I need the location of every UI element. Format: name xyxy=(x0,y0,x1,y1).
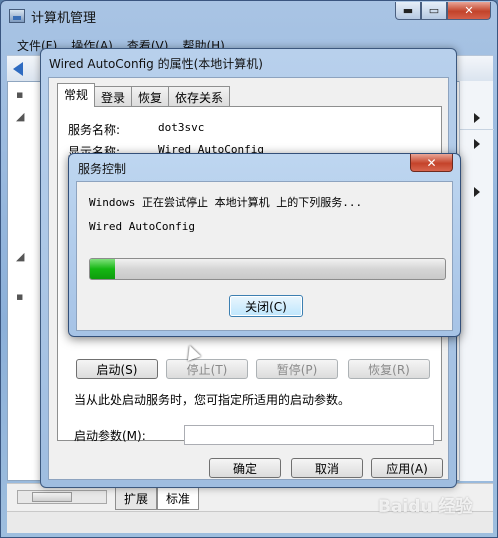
tree-node-icon[interactable]: ▪ xyxy=(16,290,23,303)
maximize-button[interactable]: ▭ xyxy=(421,2,447,20)
service-name-row: 服务名称: dot3svc xyxy=(68,121,204,138)
service-control-body: Windows 正在尝试停止 本地计算机 上的下列服务... Wired Aut… xyxy=(76,181,453,331)
start-params-input[interactable] xyxy=(184,425,434,445)
progress-fill xyxy=(90,259,115,279)
actions-divider xyxy=(460,129,494,130)
tab-standard[interactable]: 标准 xyxy=(157,488,200,510)
action-arrow-icon[interactable] xyxy=(474,139,480,149)
back-arrow-icon[interactable] xyxy=(13,62,23,76)
service-control-dialog: 服务控制 ✕ Windows 正在尝试停止 本地计算机 上的下列服务... Wi… xyxy=(68,153,461,337)
main-title-bar[interactable]: 计算机管理 ▬ ▭ ✕ xyxy=(1,1,497,31)
start-button[interactable]: 启动(S) xyxy=(76,359,158,379)
ok-button[interactable]: 确定 xyxy=(209,458,281,478)
minimize-button[interactable]: ▬ xyxy=(395,2,421,20)
tab-logon[interactable]: 登录 xyxy=(94,86,133,106)
close-button[interactable]: ✕ xyxy=(447,2,491,20)
service-control-close-button[interactable]: 关闭(C) xyxy=(229,295,303,317)
horizontal-scrollbar[interactable] xyxy=(17,490,107,504)
service-name-label: 服务名称: xyxy=(68,123,121,137)
apply-button[interactable]: 应用(A) xyxy=(371,458,443,478)
service-control-close-icon[interactable]: ✕ xyxy=(410,154,453,172)
stop-button[interactable]: 停止(T) xyxy=(166,359,248,379)
cancel-button[interactable]: 取消 xyxy=(291,458,363,478)
action-arrow-icon[interactable] xyxy=(474,113,480,123)
action-arrow-icon[interactable] xyxy=(474,187,480,197)
start-params-label: 启动参数(M): xyxy=(74,428,146,443)
actions-pane xyxy=(459,81,494,481)
pause-button[interactable]: 暂停(P) xyxy=(256,359,338,379)
main-window-title: 计算机管理 xyxy=(31,10,97,26)
resume-button[interactable]: 恢复(R) xyxy=(348,359,430,379)
tree-expander-icon[interactable]: ◢ xyxy=(16,110,24,123)
computer-management-icon xyxy=(9,9,25,23)
start-params-row: 启动参数(M): xyxy=(74,425,434,445)
properties-tabs: 常规 登录 恢复 依存关系 xyxy=(57,83,231,107)
stop-progress-bar xyxy=(89,258,446,280)
tab-general[interactable]: 常规 xyxy=(57,83,96,107)
service-control-message: Windows 正在尝试停止 本地计算机 上的下列服务... xyxy=(89,196,363,209)
service-control-service-name: Wired AutoConfig xyxy=(89,220,195,233)
service-control-title: 服务控制 xyxy=(78,162,127,176)
tree-node-icon[interactable]: ▪ xyxy=(16,88,23,101)
scrollbar-thumb[interactable] xyxy=(32,492,72,502)
tab-dependencies[interactable]: 依存关系 xyxy=(168,86,231,106)
tree-expander-icon[interactable]: ◢ xyxy=(16,250,24,263)
view-tabs: 扩展 标准 xyxy=(115,488,200,510)
baidu-watermark: Baidu 经验 xyxy=(378,497,473,517)
tab-recovery[interactable]: 恢复 xyxy=(131,86,170,106)
tab-extended[interactable]: 扩展 xyxy=(115,488,158,510)
start-params-hint: 当从此处启动服务时，您可指定所适用的启动参数。 xyxy=(74,393,351,407)
service-name-value: dot3svc xyxy=(158,121,205,134)
properties-dialog-title: Wired AutoConfig 的属性(本地计算机) xyxy=(49,57,263,71)
